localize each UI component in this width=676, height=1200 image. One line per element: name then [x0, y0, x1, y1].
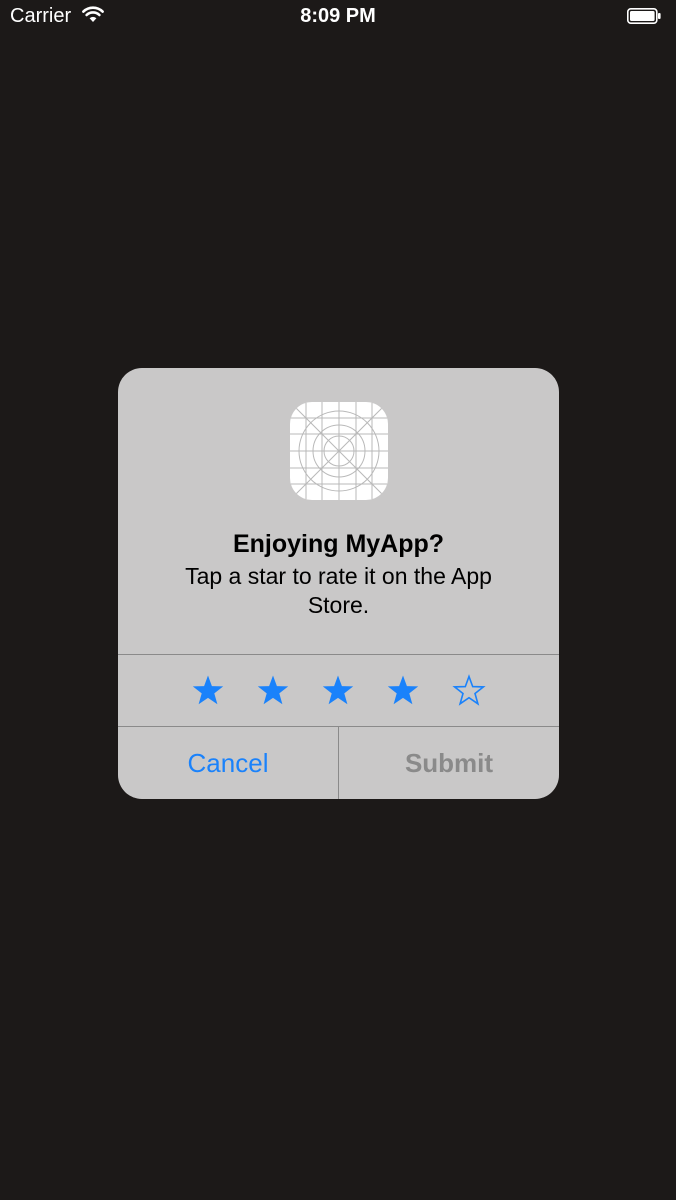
- star-rating: [118, 655, 559, 726]
- star-5-icon[interactable]: [452, 674, 486, 708]
- status-time: 8:09 PM: [300, 5, 376, 27]
- star-2-icon[interactable]: [256, 674, 290, 708]
- submit-button[interactable]: Submit: [339, 727, 559, 799]
- alert-title: Enjoying MyApp?: [232, 530, 445, 558]
- star-1-icon[interactable]: [191, 674, 225, 708]
- star-3-icon[interactable]: [321, 674, 355, 708]
- star-4-icon[interactable]: [386, 674, 420, 708]
- cancel-button[interactable]: Cancel: [118, 727, 338, 799]
- app-icon: [290, 402, 388, 500]
- alert-message: Tap a star to rate it on the App Store.: [185, 563, 492, 618]
- battery-icon: [627, 8, 661, 24]
- rating-alert: Enjoying MyApp? Tap a star to rate it on…: [118, 368, 559, 799]
- status-bar: Carrier 8:09 PM: [0, 0, 676, 34]
